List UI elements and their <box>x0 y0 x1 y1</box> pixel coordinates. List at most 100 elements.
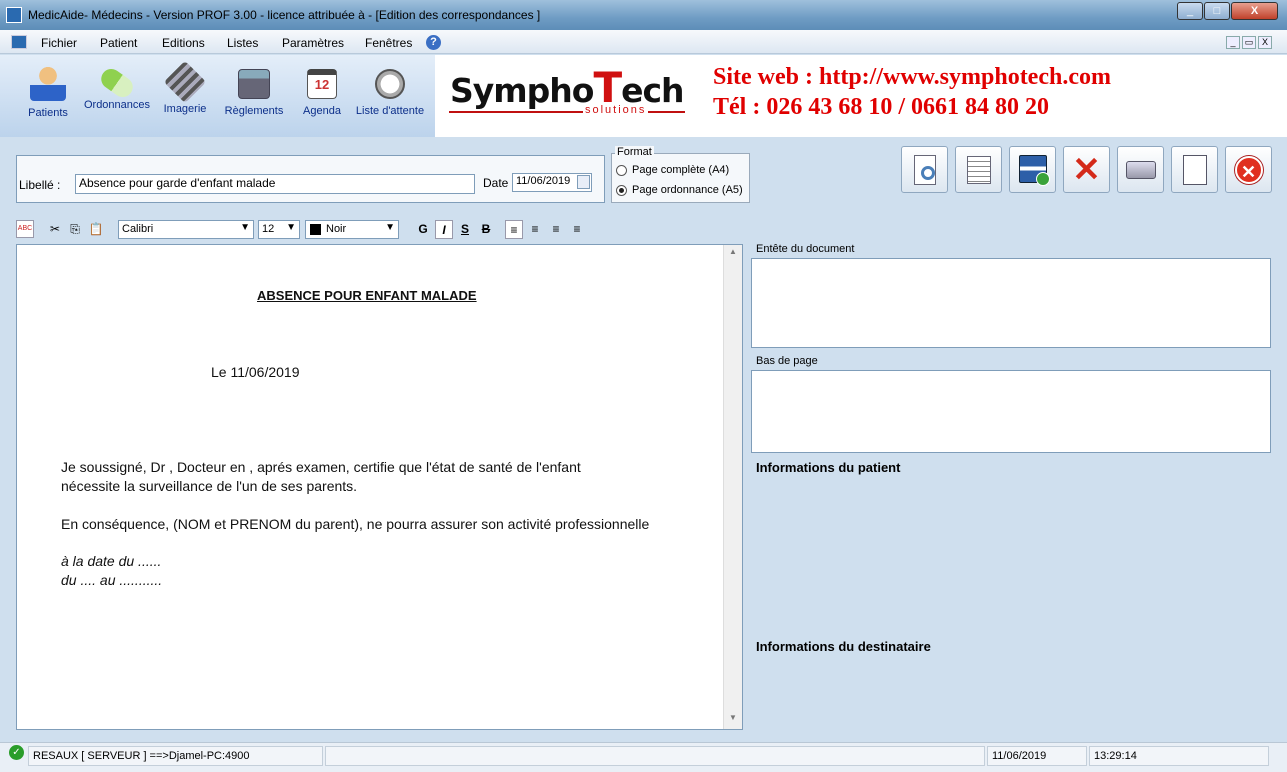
new-document-icon <box>1182 155 1207 185</box>
patient-info-heading: Informations du patient <box>756 460 901 475</box>
status-empty <box>325 746 985 766</box>
font-size-select[interactable]: 12 ▼ <box>258 220 300 239</box>
document-title: ABSENCE POUR ENFANT MALADE <box>257 288 477 303</box>
app-icon[interactable] <box>6 7 22 23</box>
menu-parametres[interactable]: Paramètres <box>282 36 344 50</box>
chevron-down-icon: ▼ <box>240 222 250 233</box>
logo-underline <box>449 111 685 113</box>
radio-page-complete[interactable]: Page complète (A4) <box>616 164 729 176</box>
header-textarea[interactable] <box>751 258 1271 348</box>
format-legend: Format <box>615 146 654 158</box>
banner-phone: Tél : 026 43 68 10 / 0661 84 80 20 <box>713 94 1049 120</box>
recipient-info-heading: Informations du destinataire <box>756 639 931 654</box>
banner-website: Site web : http://www.symphotech.com <box>713 64 1111 90</box>
align-center-icon[interactable]: ≡ <box>526 220 544 239</box>
list-icon <box>966 156 991 184</box>
align-right-icon[interactable]: ≡ <box>547 220 565 239</box>
save-icon <box>1018 155 1050 186</box>
mdi-close-button[interactable]: X <box>1258 36 1272 49</box>
footer-label: Bas de page <box>756 355 818 367</box>
print-button[interactable] <box>1117 146 1164 193</box>
menu-fichier[interactable]: Fichier <box>41 36 77 50</box>
font-value: Calibri <box>122 223 154 235</box>
close-window-button[interactable]: X <box>1231 2 1278 20</box>
libelle-input[interactable]: Absence pour garde d'enfant malade <box>75 174 475 194</box>
preview-icon <box>913 155 936 185</box>
window-title: MedicAide- Médecins - Version PROF 3.00 … <box>28 8 541 22</box>
logo-subtitle: solutions <box>583 104 649 116</box>
footer-textarea[interactable] <box>751 370 1271 453</box>
document-italic-line-2: du .... au ........... <box>61 572 163 588</box>
toolbar-liste-attente-button[interactable]: Liste d'attente <box>350 61 430 133</box>
radio-label: Page ordonnance (A5) <box>632 184 743 196</box>
mdi-minimize-button[interactable]: _ <box>1226 36 1240 49</box>
toolbar-label: Agenda <box>303 105 341 117</box>
pill-icon <box>97 65 137 101</box>
mdi-restore-button[interactable]: ▭ <box>1242 36 1256 49</box>
document-icon[interactable] <box>11 35 27 49</box>
strikethrough-button[interactable]: B <box>477 220 495 239</box>
editor-scrollbar[interactable] <box>723 245 742 729</box>
save-button[interactable] <box>1009 146 1056 193</box>
menu-listes[interactable]: Listes <box>227 36 258 50</box>
align-left-icon[interactable]: ≡ <box>505 220 523 239</box>
document-paragraph-1: Je soussigné, Dr , Docteur en , aprés ex… <box>61 459 581 475</box>
radio-label: Page complète (A4) <box>632 164 730 176</box>
date-label: Date <box>483 176 509 190</box>
calendar-picker-icon[interactable] <box>577 175 590 189</box>
document-date-line: Le 11/06/2019 <box>211 364 300 380</box>
cut-icon[interactable]: ✂ <box>46 220 64 239</box>
status-date: 11/06/2019 <box>987 746 1087 766</box>
delete-icon: ✕ <box>1072 151 1101 189</box>
spellcheck-icon[interactable]: ABC <box>16 220 34 238</box>
company-logo: SymphoTech <box>450 67 685 111</box>
toolbar-label: Imagerie <box>163 103 207 115</box>
radio-button[interactable] <box>616 164 627 176</box>
maximize-button[interactable]: □ <box>1204 2 1230 20</box>
font-select[interactable]: Calibri ▼ <box>118 220 254 239</box>
font-size-value: 12 <box>262 223 275 235</box>
list-button[interactable] <box>955 146 1002 193</box>
check-icon: ✓ <box>9 745 24 760</box>
print-icon <box>1125 161 1156 179</box>
status-connection: RESAUX [ SERVEUR ] ==>Djamel-PC:4900 <box>28 746 323 766</box>
paste-icon[interactable]: 📋 <box>87 220 105 239</box>
status-time: 13:29:14 <box>1089 746 1269 766</box>
header-label: Entête du document <box>756 243 855 255</box>
toolbar-ordonnances-button[interactable]: Ordonnances <box>82 61 152 133</box>
menu-editions[interactable]: Editions <box>162 36 205 50</box>
toolbar-label: Patients <box>28 107 68 119</box>
toolbar-label: Ordonnances <box>83 99 151 111</box>
toolbar-label: Liste d'attente <box>355 105 425 117</box>
copy-icon[interactable]: ⎘ <box>66 220 84 239</box>
scroll-down-icon[interactable]: ▼ <box>725 713 741 727</box>
align-justify-icon[interactable]: ≡ <box>568 220 586 239</box>
radio-page-ordonnance[interactable]: Page ordonnance (A5) <box>616 184 743 196</box>
minimize-button[interactable]: _ <box>1177 2 1203 20</box>
scroll-up-icon[interactable]: ▲ <box>725 247 741 261</box>
film-icon <box>163 60 207 104</box>
menu-fenetres[interactable]: Fenêtres <box>365 36 412 50</box>
libelle-label: Libellé : <box>19 178 61 192</box>
underline-button[interactable]: S <box>456 220 474 239</box>
cash-register-icon <box>238 69 270 99</box>
toolbar-reglements-button[interactable]: Règlements <box>222 61 286 133</box>
close-form-button[interactable]: ✕ <box>1225 146 1272 193</box>
patient-icon <box>30 65 66 101</box>
preview-button[interactable] <box>901 146 948 193</box>
document-paragraph-1b: nécessite la surveillance de l'un de ses… <box>61 478 358 494</box>
toolbar-patients-button[interactable]: Patients <box>22 61 74 133</box>
color-value: Noir <box>326 223 347 235</box>
toolbar-label: Règlements <box>224 105 284 117</box>
new-document-button[interactable] <box>1171 146 1218 193</box>
italic-button[interactable]: I <box>435 220 453 239</box>
delete-button[interactable]: ✕ <box>1063 146 1110 193</box>
document-paragraph-2: En conséquence, (NOM et PRENOM du parent… <box>61 516 650 532</box>
help-icon[interactable]: ? <box>426 35 441 50</box>
radio-button[interactable] <box>616 184 627 196</box>
bold-button[interactable]: G <box>414 220 432 239</box>
toolbar-imagerie-button[interactable]: Imagerie <box>160 60 210 133</box>
menu-patient[interactable]: Patient <box>100 36 137 50</box>
color-select[interactable]: Noir ▼ <box>305 220 399 239</box>
toolbar-agenda-button[interactable]: 12 Agenda <box>298 61 346 133</box>
